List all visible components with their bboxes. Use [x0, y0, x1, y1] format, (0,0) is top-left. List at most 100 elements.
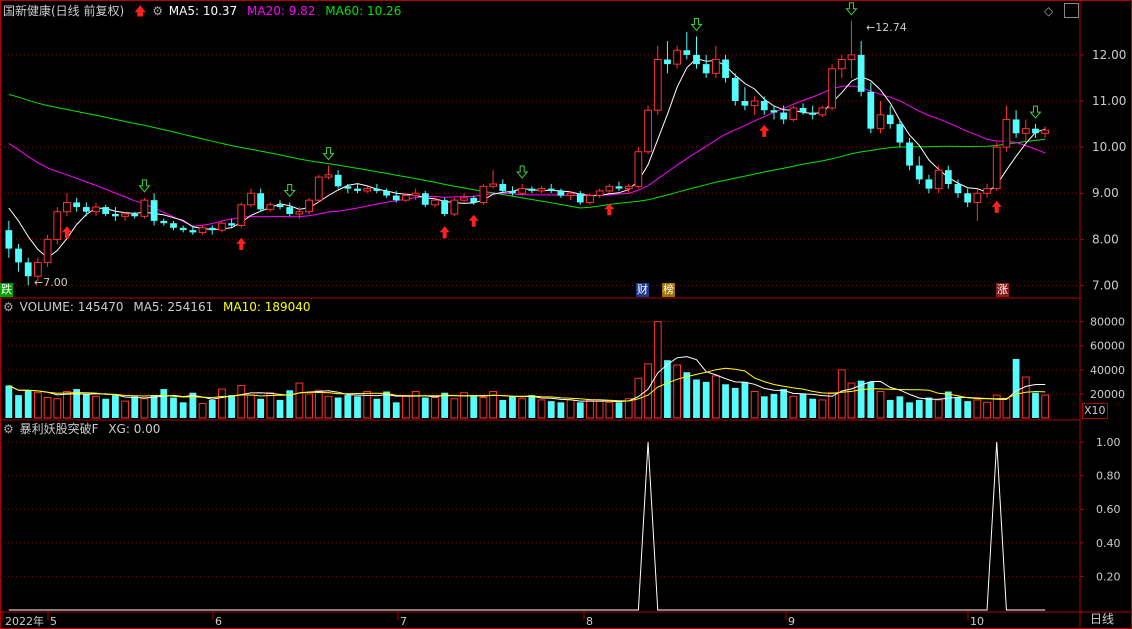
candle-body — [140, 199, 149, 217]
volume-bar — [1012, 358, 1020, 418]
candle — [760, 96, 768, 115]
volume-bar — [24, 390, 32, 418]
volume-bar — [354, 396, 361, 418]
candle-body — [954, 184, 962, 194]
tag-cai[interactable]: 财 — [636, 283, 649, 297]
candle-body — [644, 109, 652, 153]
volume-bar — [915, 399, 923, 418]
tag-die[interactable]: 跌 — [0, 283, 13, 297]
candle-body — [218, 222, 226, 231]
volume-bar — [392, 402, 400, 418]
volume-bar — [983, 401, 991, 419]
candle-body — [43, 238, 52, 263]
candle-body — [886, 114, 894, 125]
volume-bar — [934, 399, 943, 419]
tag-bang[interactable]: 榜 — [662, 283, 675, 297]
xg-line — [8, 442, 1046, 611]
volume-bar — [876, 391, 885, 419]
candle-body — [1012, 119, 1020, 134]
candle — [140, 197, 149, 219]
volume-bar — [102, 398, 110, 418]
volume-bar — [605, 401, 614, 419]
candle-body — [789, 107, 798, 120]
volume-bar — [547, 401, 555, 418]
volume-bar — [789, 395, 798, 419]
volume-bar — [954, 397, 962, 418]
price-axis-label: 12.00 — [1092, 48, 1126, 62]
candle — [1002, 105, 1011, 152]
volume-bar — [499, 399, 507, 418]
sell-arrow-icon — [1029, 105, 1042, 119]
date-axis-label: 6 — [215, 615, 222, 628]
panel-toggle-button[interactable] — [1064, 3, 1079, 18]
volume-bar — [886, 399, 894, 418]
volume-bar — [34, 392, 42, 419]
candle — [276, 200, 284, 210]
candle — [518, 184, 527, 196]
candle-body — [431, 199, 439, 206]
volume-bar — [867, 381, 875, 418]
candle-body — [547, 188, 555, 191]
candle-body — [73, 202, 81, 208]
candle-body — [150, 200, 158, 221]
candle-body — [605, 185, 614, 192]
candle-body — [111, 213, 119, 217]
ma5-line — [8, 58, 1046, 259]
volume-multiplier: X10 — [1082, 403, 1108, 419]
candle — [528, 186, 536, 194]
candle — [876, 101, 885, 134]
candle-body — [528, 188, 536, 191]
date-axis-label: 5 — [50, 615, 57, 628]
sell-arrow-icon — [322, 147, 335, 161]
candle — [731, 73, 739, 106]
candle — [595, 188, 604, 198]
candle-body — [383, 190, 390, 196]
buy-arrow-icon — [61, 226, 72, 239]
candle — [983, 184, 991, 198]
volume-bar — [5, 385, 13, 418]
axis-labels: 12.00 11.00 10.00 9.00 8.00 7.00 80000 60000 400… — [2, 48, 1126, 628]
candle-body — [499, 184, 507, 191]
candle-body — [683, 50, 691, 55]
diamond-icon[interactable]: ◇ — [1044, 4, 1053, 18]
indicator-axis-label: 0.40 — [1096, 537, 1121, 550]
volume-bar — [383, 391, 390, 418]
settings-gear-icon[interactable]: ⚙ — [152, 4, 163, 18]
tag-zhang[interactable]: 涨 — [996, 283, 1009, 297]
period-tab[interactable]: 日线 — [1090, 612, 1114, 626]
candle — [479, 184, 488, 205]
volume-bar — [247, 394, 255, 419]
volume-bar — [121, 400, 129, 419]
candle — [237, 202, 246, 228]
candle-body — [857, 54, 865, 92]
candle-body — [1002, 118, 1011, 148]
candle-body — [334, 174, 342, 187]
candle — [334, 170, 342, 189]
candle — [557, 188, 565, 198]
candle — [809, 105, 817, 120]
candle — [363, 186, 372, 194]
candle-body — [770, 110, 778, 113]
buy-arrow-icon — [439, 226, 450, 239]
stock-chart[interactable]: 12.00 11.00 10.00 9.00 8.00 7.00 80000 60000 400… — [0, 0, 1132, 629]
volume-bar — [92, 395, 100, 419]
candle — [5, 220, 13, 258]
candle — [305, 197, 313, 214]
candle-body — [557, 190, 565, 196]
candle-body — [509, 190, 516, 194]
candle — [63, 193, 71, 217]
candle — [605, 184, 614, 194]
settings-gear-icon[interactable]: ⚙ — [3, 422, 14, 436]
low-price-value: 7.00 — [43, 276, 68, 289]
candle-body — [102, 207, 110, 214]
volume-bar — [653, 321, 662, 419]
candle-body — [489, 183, 497, 187]
candle-body — [295, 211, 304, 215]
sell-arrow-icon — [516, 165, 529, 179]
volume-bar — [809, 398, 817, 418]
candle — [673, 45, 682, 69]
volume-bar — [460, 392, 468, 419]
settings-gear-icon[interactable]: ⚙ — [3, 300, 14, 314]
volume-bar — [566, 399, 575, 419]
date-axis-label: 9 — [788, 615, 795, 628]
